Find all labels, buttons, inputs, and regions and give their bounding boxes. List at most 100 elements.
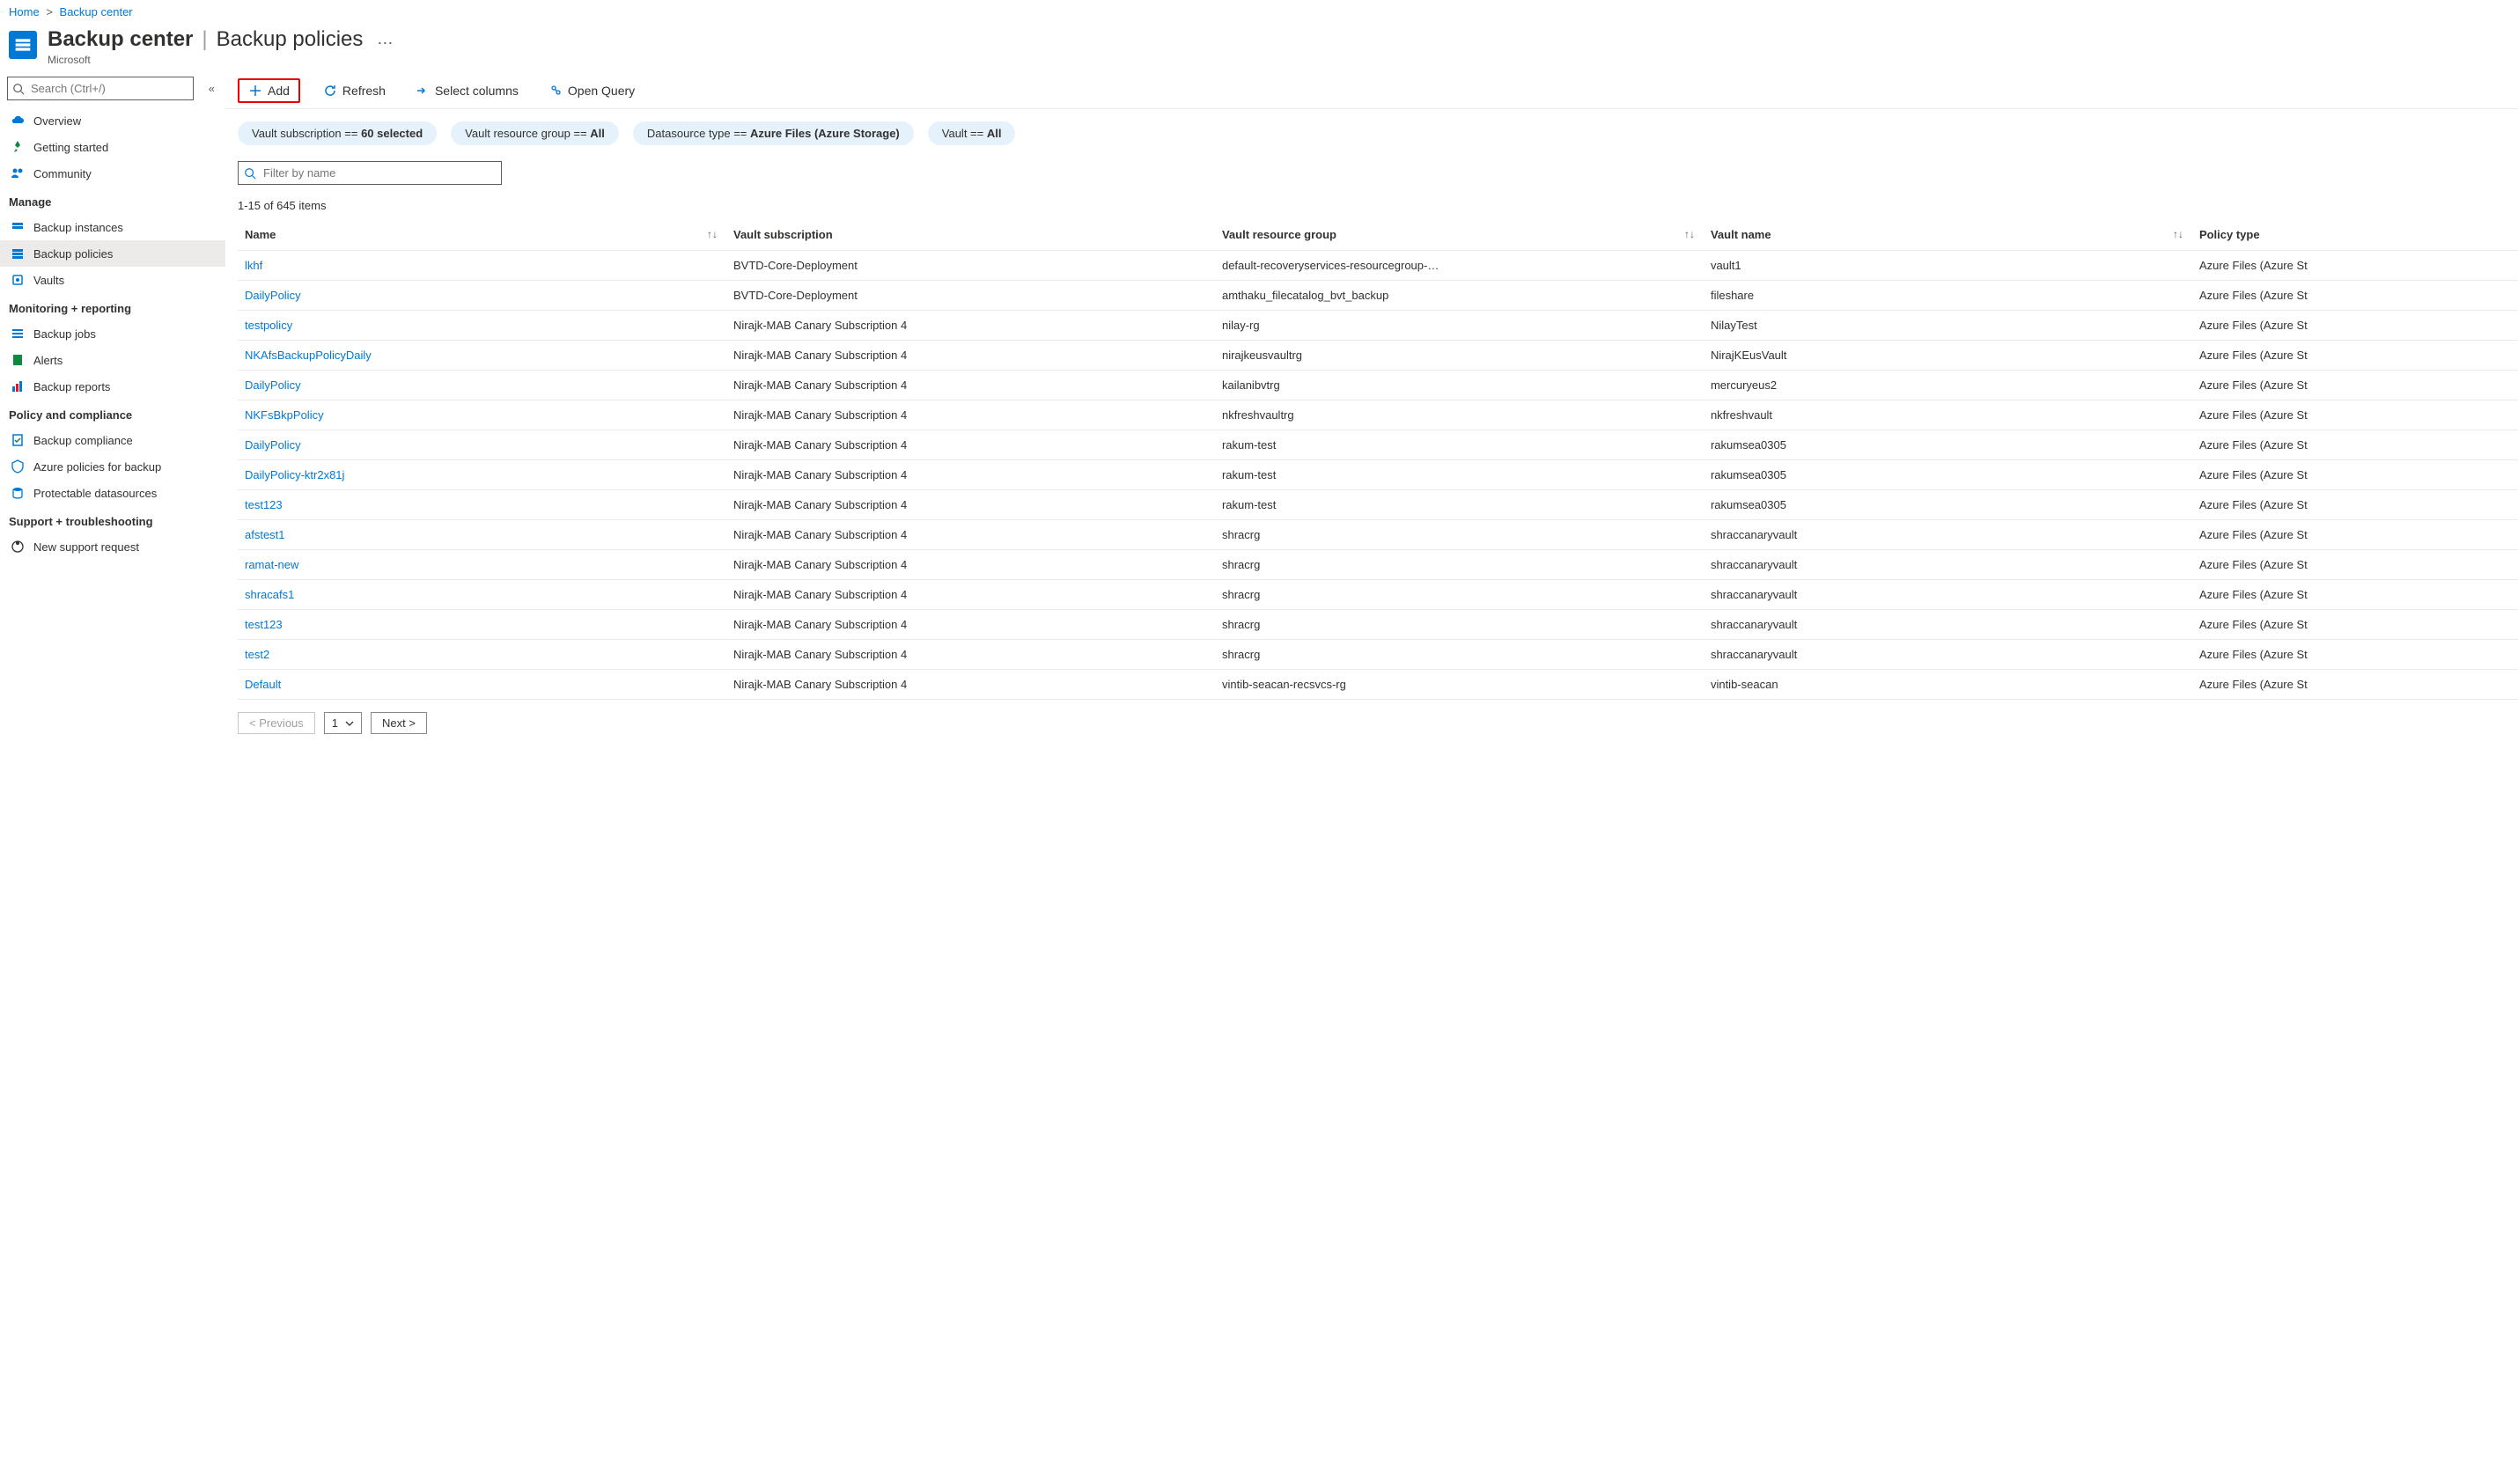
sidebar-item-label: Alerts xyxy=(33,354,63,367)
policy-link[interactable]: test123 xyxy=(245,498,283,511)
sidebar-item-backup-compliance[interactable]: Backup compliance xyxy=(0,427,225,453)
sidebar-item-overview[interactable]: Overview xyxy=(0,107,225,134)
collapse-sidebar-icon[interactable]: « xyxy=(205,78,218,99)
cell-policy-type: Azure Files (Azure St xyxy=(2192,371,2518,400)
cell-subscription: Nirajk-MAB Canary Subscription 4 xyxy=(726,550,1215,580)
policy-link[interactable]: afstest1 xyxy=(245,528,285,541)
cell-subscription: Nirajk-MAB Canary Subscription 4 xyxy=(726,580,1215,610)
cell-name: NKAfsBackupPolicyDaily xyxy=(238,341,726,371)
page-select[interactable]: 1 xyxy=(324,712,362,734)
breadcrumb-home[interactable]: Home xyxy=(9,5,40,18)
policy-link[interactable]: DailyPolicy xyxy=(245,438,301,452)
sidebar-item-new-support-request[interactable]: New support request xyxy=(0,533,225,560)
policy-link[interactable]: test2 xyxy=(245,648,269,661)
vault-icon xyxy=(11,273,25,287)
sidebar-item-backup-reports[interactable]: Backup reports xyxy=(0,373,225,400)
table-row[interactable]: test2Nirajk-MAB Canary Subscription 4shr… xyxy=(238,640,2518,670)
toolbar-label: Open Query xyxy=(568,84,635,98)
cell-policy-type: Azure Files (Azure St xyxy=(2192,580,2518,610)
filter-pill-datasource-type[interactable]: Datasource type == Azure Files (Azure St… xyxy=(633,121,914,145)
policy-link[interactable]: NKAfsBackupPolicyDaily xyxy=(245,349,372,362)
sidebar-item-protectable-datasources[interactable]: Protectable datasources xyxy=(0,480,225,506)
cell-policy-type: Azure Files (Azure St xyxy=(2192,311,2518,341)
columns-icon xyxy=(416,84,430,98)
table-row[interactable]: afstest1Nirajk-MAB Canary Subscription 4… xyxy=(238,520,2518,550)
sidebar-search-input[interactable] xyxy=(7,77,194,100)
table-row[interactable]: DailyPolicy-ktr2x81j Nirajk-MAB Canary Su… xyxy=(238,460,2518,490)
cell-vault-name: NirajKEusVault xyxy=(1704,341,2192,371)
cell-name: shracafs1 xyxy=(238,580,726,610)
table-row[interactable]: NKFsBkpPolicyNirajk-MAB Canary Subscript… xyxy=(238,400,2518,430)
filter-pill-resource-group[interactable]: Vault resource group == All xyxy=(451,121,619,145)
main-content: Add Refresh Select columns Open Query Va… xyxy=(225,73,2518,746)
policy-link[interactable]: DailyPolicy-ktr2x81j xyxy=(245,468,344,481)
policy-link[interactable]: NKFsBkpPolicy xyxy=(245,408,324,422)
open-query-button[interactable]: Open Query xyxy=(541,80,642,101)
breadcrumb-current[interactable]: Backup center xyxy=(60,5,133,18)
table-row[interactable]: DailyPolicyBVTD-Core-Deploymentamthaku_f… xyxy=(238,281,2518,311)
cell-resource-group: kailanibvtrg xyxy=(1215,371,1704,400)
sidebar-item-alerts[interactable]: Alerts xyxy=(0,347,225,373)
cell-subscription: Nirajk-MAB Canary Subscription 4 xyxy=(726,311,1215,341)
filter-pill-subscription[interactable]: Vault subscription == 60 selected xyxy=(238,121,437,145)
cell-name: DailyPolicy xyxy=(238,371,726,400)
cell-subscription: Nirajk-MAB Canary Subscription 4 xyxy=(726,460,1215,490)
cell-resource-group: shracrg xyxy=(1215,610,1704,640)
select-columns-button[interactable]: Select columns xyxy=(409,80,526,101)
policy-link[interactable]: testpolicy xyxy=(245,319,292,332)
cell-vault-name: rakumsea0305 xyxy=(1704,430,2192,460)
add-button[interactable]: Add xyxy=(238,78,300,103)
policy-link[interactable]: shracafs1 xyxy=(245,588,294,601)
policy-link[interactable]: DailyPolicy xyxy=(245,378,301,392)
sidebar-item-azure-policies[interactable]: Azure policies for backup xyxy=(0,453,225,480)
refresh-icon xyxy=(323,84,337,98)
table-row[interactable]: testpolicy Nirajk-MAB Canary Subscription… xyxy=(238,311,2518,341)
policy-link[interactable]: Default xyxy=(245,678,281,691)
sidebar-item-backup-jobs[interactable]: Backup jobs xyxy=(0,320,225,347)
cell-name: afstest1 xyxy=(238,520,726,550)
table-row[interactable]: DefaultNirajk-MAB Canary Subscription 4v… xyxy=(238,670,2518,700)
sidebar-item-backup-instances[interactable]: Backup instances xyxy=(0,214,225,240)
column-header-resource-group[interactable]: Vault resource group↑↓ xyxy=(1215,219,1704,251)
filter-pill-vault[interactable]: Vault == All xyxy=(928,121,1016,145)
page-subtitle-org: Microsoft xyxy=(48,54,363,66)
breadcrumb: Home > Backup center xyxy=(0,0,2518,24)
support-icon xyxy=(11,540,25,554)
table-row[interactable]: test123Nirajk-MAB Canary Subscription 4s… xyxy=(238,610,2518,640)
cell-resource-group: rakum-test xyxy=(1215,460,1704,490)
table-row[interactable]: ramat-new Nirajk-MAB Canary Subscription … xyxy=(238,550,2518,580)
sidebar-item-community[interactable]: Community xyxy=(0,160,225,187)
column-header-policy-type[interactable]: Policy type xyxy=(2192,219,2518,251)
next-button[interactable]: Next > xyxy=(371,712,427,734)
policy-link[interactable]: DailyPolicy xyxy=(245,289,301,302)
table-row[interactable]: DailyPolicyNirajk-MAB Canary Subscriptio… xyxy=(238,430,2518,460)
policy-link[interactable]: test123 xyxy=(245,618,283,631)
refresh-button[interactable]: Refresh xyxy=(316,80,393,101)
previous-button[interactable]: < Previous xyxy=(238,712,315,734)
cell-subscription: Nirajk-MAB Canary Subscription 4 xyxy=(726,341,1215,371)
sidebar-item-vaults[interactable]: Vaults xyxy=(0,267,225,293)
cell-vault-name: shraccanaryvault xyxy=(1704,550,2192,580)
cell-policy-type: Azure Files (Azure St xyxy=(2192,400,2518,430)
column-header-subscription[interactable]: Vault subscription xyxy=(726,219,1215,251)
table-row[interactable]: test123Nirajk-MAB Canary Subscription 4r… xyxy=(238,490,2518,520)
sort-icon[interactable]: ↑↓ xyxy=(707,228,718,240)
sidebar-item-backup-policies[interactable]: Backup policies xyxy=(0,240,225,267)
column-header-name[interactable]: Name↑↓ xyxy=(238,219,726,251)
plus-icon xyxy=(248,84,262,98)
policy-link[interactable]: ramat-new xyxy=(245,558,298,571)
table-row[interactable]: NKAfsBackupPolicyDaily Nirajk-MAB Canary … xyxy=(238,341,2518,371)
cell-vault-name: vintib-seacan xyxy=(1704,670,2192,700)
sidebar-item-label: New support request xyxy=(33,540,139,554)
policy-link[interactable]: lkhf xyxy=(245,259,262,272)
filter-by-name-input[interactable] xyxy=(238,161,502,185)
sort-icon[interactable]: ↑↓ xyxy=(2173,228,2183,240)
table-row[interactable]: lkhfBVTD-Core-Deploymentdefault-recovery… xyxy=(238,251,2518,281)
sidebar-item-getting-started[interactable]: Getting started xyxy=(0,134,225,160)
sort-icon[interactable]: ↑↓ xyxy=(1684,228,1695,240)
cell-vault-name: shraccanaryvault xyxy=(1704,640,2192,670)
column-header-vault-name[interactable]: Vault name↑↓ xyxy=(1704,219,2192,251)
more-icon[interactable]: ⋯ xyxy=(377,34,393,53)
table-row[interactable]: shracafs1 Nirajk-MAB Canary Subscription … xyxy=(238,580,2518,610)
table-row[interactable]: DailyPolicyNirajk-MAB Canary Subscriptio… xyxy=(238,371,2518,400)
